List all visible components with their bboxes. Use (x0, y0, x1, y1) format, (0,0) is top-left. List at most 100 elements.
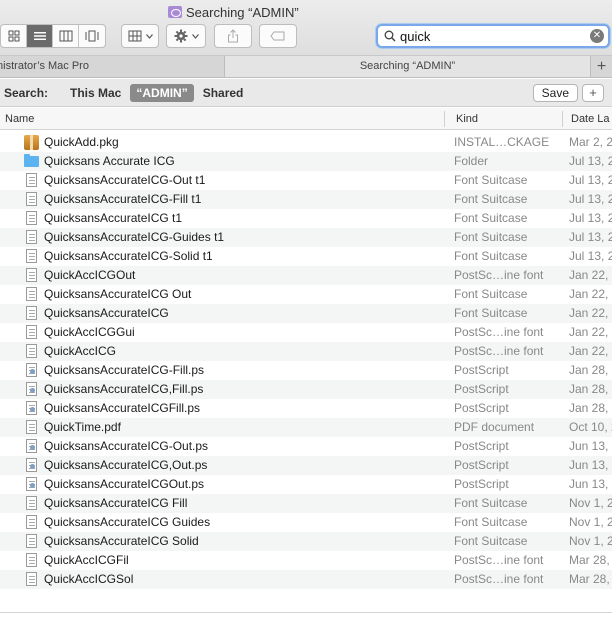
file-name: QuicksansAccurateICG-Fill t1 (44, 192, 202, 206)
file-name: QuicksansAccurateICG t1 (44, 211, 183, 225)
file-date: Jul 13, 2 (569, 249, 612, 263)
postscript-icon (24, 401, 39, 416)
file-row[interactable]: QuickAccICGOut PostSc…ine font Jan 22, 2 (0, 266, 612, 285)
file-row[interactable]: QuicksansAccurateICG-Out.ps PostScript Jun… (0, 437, 612, 456)
file-date: Jan 22, 2 (569, 306, 612, 320)
tab-searching-admin[interactable]: Searching “ADMIN” (225, 56, 591, 77)
document-icon (24, 249, 39, 264)
file-date: Nov 1, 2 (569, 496, 612, 510)
document-icon (24, 306, 39, 321)
file-name: QuickAccICGSol (44, 572, 134, 586)
file-kind: Font Suitcase (454, 496, 528, 510)
action-button[interactable] (166, 24, 206, 48)
file-row[interactable]: QuickAccICGSol PostSc…ine font Mar 28, 2 (0, 570, 612, 589)
file-name: Quicksans Accurate ICG (44, 154, 175, 168)
file-row[interactable]: QuicksansAccurateICGFill.ps PostScript Jan… (0, 399, 612, 418)
file-row[interactable]: QuickTime.pdf PDF document Oct 10, 2 (0, 418, 612, 437)
file-kind: Font Suitcase (454, 306, 528, 320)
file-row[interactable]: QuicksansAccurateICG Fill Font Suitcase No… (0, 494, 612, 513)
file-kind: Font Suitcase (454, 515, 528, 529)
column-view-icon[interactable] (53, 25, 79, 47)
file-date: Jul 13, 2 (569, 230, 612, 244)
file-row[interactable]: QuickAccICG PostSc…ine font Jan 22, 2 (0, 342, 612, 361)
file-kind: Font Suitcase (454, 230, 528, 244)
document-icon (24, 572, 39, 587)
file-kind: PostSc…ine font (454, 268, 544, 282)
save-search-button[interactable]: Save (532, 84, 578, 102)
file-row[interactable]: QuicksansAccurateICGOut.ps PostScript Jun … (0, 475, 612, 494)
file-name: QuickAdd.pkg (44, 135, 119, 149)
file-name: QuicksansAccurateICG,Fill.ps (44, 382, 204, 396)
file-name: QuickAccICGOut (44, 268, 136, 282)
file-date: Jan 22, 2 (569, 325, 612, 339)
file-name: QuickAccICG (44, 344, 117, 358)
file-row[interactable]: QuicksansAccurateICG-Fill t1 Font Suitcas… (0, 190, 612, 209)
column-header-bar: Name Kind Date La (0, 108, 612, 130)
file-row[interactable]: QuickAccICGFil PostSc…ine font Mar 28, 2 (0, 551, 612, 570)
file-kind: Font Suitcase (454, 287, 528, 301)
file-row[interactable]: QuicksansAccurateICG,Fill.ps PostScript Ja… (0, 380, 612, 399)
smart-folder-icon (168, 6, 182, 18)
window-title-text: Searching “ADMIN” (186, 4, 299, 20)
file-name: QuicksansAccurateICGOut.ps (44, 477, 205, 491)
file-name: QuickAccICGFil (44, 553, 129, 567)
column-divider[interactable] (444, 111, 445, 127)
file-kind: PDF document (454, 420, 535, 434)
tab-mac-pro[interactable]: Administrator’s Mac Pro (0, 56, 225, 77)
file-row[interactable]: QuicksansAccurateICG Solid Font Suitcase N… (0, 532, 612, 551)
column-header-kind[interactable]: Kind (456, 108, 478, 130)
toolbar: Searching “ADMIN” ✕ (0, 0, 612, 56)
file-row[interactable]: QuicksansAccurateICG-Fill.ps PostScript Ja… (0, 361, 612, 380)
file-row[interactable]: QuicksansAccurateICG,Out.ps PostScript Jun… (0, 456, 612, 475)
scope-admin[interactable]: “ADMIN” (130, 83, 194, 102)
icon-view-icon[interactable] (1, 25, 27, 47)
file-row[interactable]: QuicksansAccurateICG Guides Font Suitcase… (0, 513, 612, 532)
file-name: QuicksansAccurateICGFill.ps (44, 401, 201, 415)
file-row[interactable]: QuickAccICGGui PostSc…ine font Jan 22, 2 (0, 323, 612, 342)
scope-this-mac[interactable]: This Mac (64, 84, 127, 102)
file-row[interactable]: QuicksansAccurateICG Font Suitcase Jan 22,… (0, 304, 612, 323)
file-row[interactable]: Quicksans Accurate ICG Folder Jul 13, 2 (0, 152, 612, 171)
file-kind: PostSc…ine font (454, 344, 544, 358)
search-input[interactable] (400, 28, 580, 44)
share-button[interactable] (214, 24, 252, 48)
postscript-icon (24, 439, 39, 454)
document-icon (24, 344, 39, 359)
file-row[interactable]: QuicksansAccurateICG-Out t1 Font Suitcase… (0, 171, 612, 190)
cover-flow-icon[interactable] (79, 25, 105, 47)
column-divider[interactable] (562, 111, 563, 127)
file-kind: PostScript (454, 477, 509, 491)
search-field[interactable]: ✕ (376, 24, 610, 48)
chevron-down-icon (145, 33, 153, 39)
search-icon (384, 30, 396, 42)
file-kind: PostScript (454, 363, 509, 377)
new-tab-button[interactable]: + (591, 56, 612, 77)
file-row[interactable]: QuickAdd.pkg INSTAL…CKAGE Mar 2, 2 (0, 133, 612, 152)
file-kind: PostSc…ine font (454, 553, 544, 567)
file-date: Nov 1, 2 (569, 534, 612, 548)
clear-search-icon[interactable]: ✕ (590, 29, 604, 43)
file-row[interactable]: QuicksansAccurateICG-Solid t1 Font Suitca… (0, 247, 612, 266)
document-icon (24, 553, 39, 568)
file-kind: Font Suitcase (454, 192, 528, 206)
gear-icon (174, 29, 187, 43)
postscript-icon (24, 382, 39, 397)
document-icon (24, 420, 39, 435)
list-bottom-divider (0, 612, 612, 613)
tags-button[interactable] (259, 24, 297, 48)
file-date: Jan 22, 2 (569, 268, 612, 282)
file-row[interactable]: QuicksansAccurateICG Out Font Suitcase Jan… (0, 285, 612, 304)
list-view-icon[interactable] (27, 25, 53, 47)
column-header-name[interactable]: Name (5, 108, 34, 130)
add-criteria-button[interactable]: + (582, 84, 604, 102)
column-header-date[interactable]: Date La (571, 108, 610, 130)
file-row[interactable]: QuicksansAccurateICG-Guides t1 Font Suitc… (0, 228, 612, 247)
document-icon (24, 534, 39, 549)
file-row[interactable]: QuicksansAccurateICG t1 Font Suitcase Jul … (0, 209, 612, 228)
arrange-button[interactable] (121, 24, 159, 48)
tab-bar: Administrator’s Mac Pro Searching “ADMIN… (0, 56, 612, 78)
scope-shared[interactable]: Shared (197, 84, 250, 102)
file-date: Jan 28, 2 (569, 363, 612, 377)
file-name: QuicksansAccurateICG-Solid t1 (44, 249, 213, 263)
file-name: QuicksansAccurateICG Fill (44, 496, 188, 510)
